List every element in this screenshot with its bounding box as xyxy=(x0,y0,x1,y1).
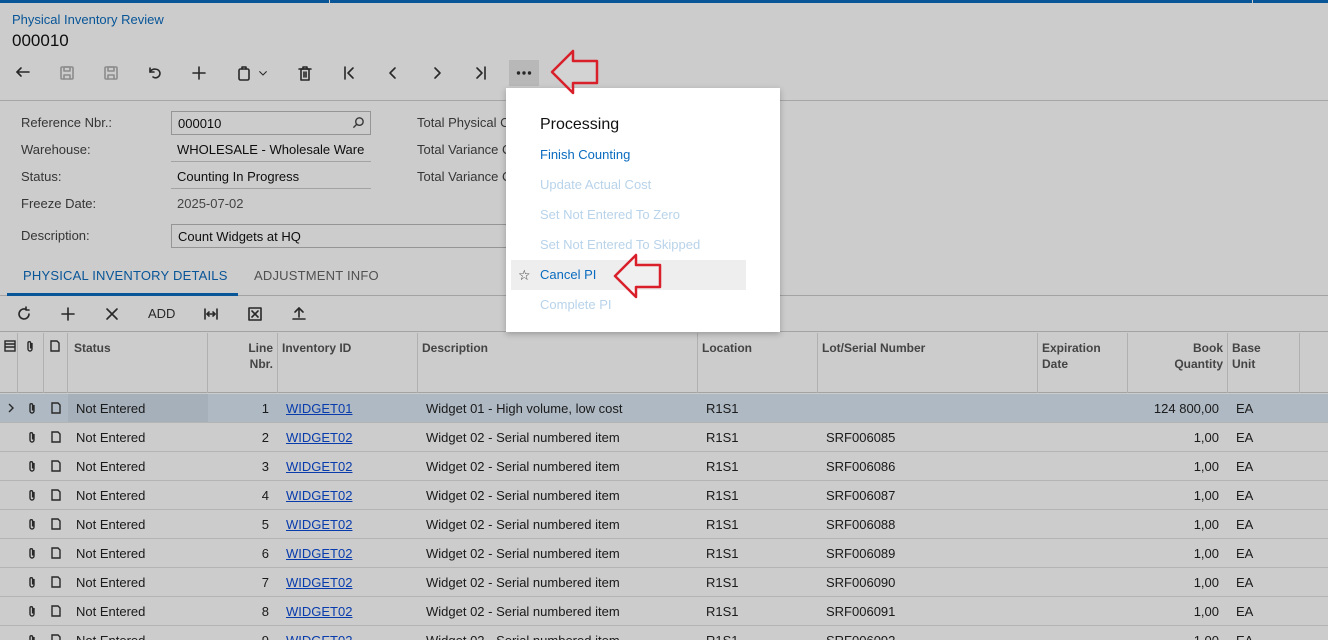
menu-item-set-not-entered-skipped: Set Not Entered To Skipped xyxy=(540,237,701,252)
menu-item-cancel-pi[interactable]: Cancel PI xyxy=(540,267,596,282)
menu-item-complete-pi: Complete PI xyxy=(540,297,612,312)
menu-item-finish-counting[interactable]: Finish Counting xyxy=(540,147,630,162)
menu-item-set-not-entered-zero: Set Not Entered To Zero xyxy=(540,207,680,222)
star-icon[interactable]: ☆ xyxy=(518,267,531,284)
annotation-arrow-more-icon xyxy=(550,49,599,95)
menu-item-update-actual-cost: Update Actual Cost xyxy=(540,177,652,192)
menu-section-processing: Processing xyxy=(540,116,620,133)
annotation-arrow-cancel-pi xyxy=(613,253,662,299)
